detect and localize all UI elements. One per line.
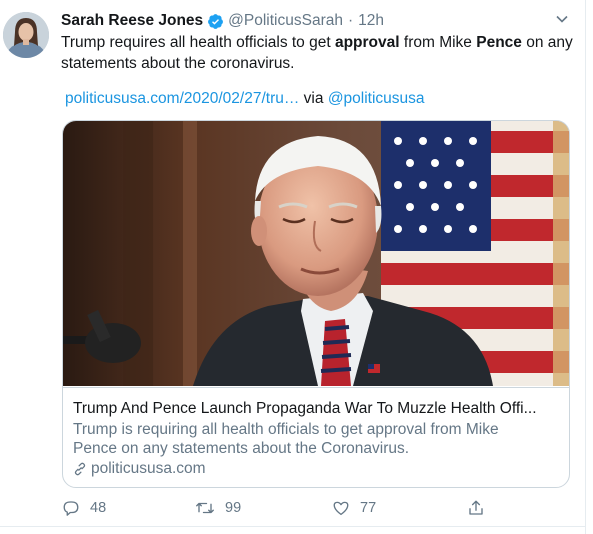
tweet-link-line: politicususa.com/2020/02/27/tru… via @po… (65, 90, 425, 108)
tweet-text-bold: approval (334, 34, 400, 51)
separator-dot: · (347, 12, 354, 29)
avatar[interactable] (3, 12, 49, 58)
share-icon (469, 500, 483, 515)
card-description: Trump is requiring all health officials … (73, 421, 499, 457)
card-domain-text: politicususa.com (91, 460, 206, 477)
tweet-text-part: from Mike (399, 34, 477, 51)
reply-icon (63, 501, 79, 516)
retweet-icon (196, 502, 214, 514)
author-handle[interactable]: @PoliticusSarah (228, 12, 343, 30)
tweet[interactable]: Sarah Reese Jones @PoliticusSarah · 12h … (0, 0, 585, 534)
card-body: Trump And Pence Launch Propaganda War To… (63, 387, 569, 487)
verified-badge-icon (208, 13, 224, 29)
share-button[interactable] (467, 498, 495, 518)
timestamp[interactable]: 12h (358, 12, 384, 30)
like-button[interactable]: 77 (332, 498, 376, 518)
tweet-divider (0, 526, 586, 527)
reply-button[interactable]: 48 (62, 498, 106, 518)
link-icon (74, 462, 86, 476)
reply-count: 48 (90, 500, 107, 516)
link-preview-card[interactable]: Trump And Pence Launch Propaganda War To… (62, 120, 570, 488)
avatar-image (3, 12, 49, 58)
heart-icon (333, 501, 349, 516)
card-image (63, 121, 569, 386)
author-name[interactable]: Sarah Reese Jones (61, 12, 203, 30)
via-label: via (303, 90, 324, 107)
card-domain: politicususa.com (73, 460, 206, 478)
tweet-text-part: Trump requires all health officials to g… (61, 34, 335, 51)
tweet-text-bold: Pence (476, 34, 522, 51)
chevron-down-icon[interactable] (555, 12, 569, 26)
card-title: Trump And Pence Launch Propaganda War To… (73, 400, 537, 417)
like-count: 77 (360, 500, 377, 516)
tweet-header: Sarah Reese Jones @PoliticusSarah · 12h (61, 10, 384, 32)
article-link[interactable]: politicususa.com/2020/02/27/tru… (65, 90, 299, 107)
tweet-text: Trump requires all health officials to g… (61, 33, 576, 74)
retweet-button[interactable]: 99 (195, 498, 241, 518)
via-handle-link[interactable]: @politicususa (328, 90, 425, 107)
retweet-count: 99 (225, 500, 242, 516)
timeline-right-border (585, 0, 586, 534)
card-photo (63, 121, 569, 386)
